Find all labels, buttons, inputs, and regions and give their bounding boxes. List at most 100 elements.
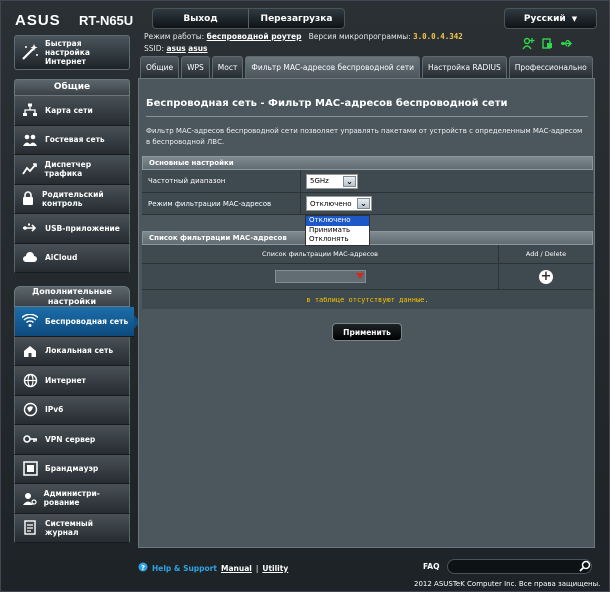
empty-table-message: в таблице отсутствуют данные. xyxy=(142,290,593,309)
fw-link[interactable]: 3.0.0.4.342 xyxy=(413,32,463,41)
quick-setup-button[interactable]: Быстрая настройка Интернет xyxy=(14,35,130,70)
tab-bar: Общие WPS Мост Фильтр MAC-адресов беспро… xyxy=(140,56,593,78)
syslog-icon xyxy=(21,520,39,536)
logout-button[interactable]: Выход xyxy=(153,9,248,28)
nav-lan[interactable]: Локальная сеть xyxy=(14,336,130,366)
ssid-link-2[interactable]: asus xyxy=(188,44,207,53)
add-delete-col-header: Add / Delete xyxy=(525,250,567,258)
tab-professional[interactable]: Профессионально xyxy=(508,56,593,78)
clients-icon[interactable] xyxy=(522,37,535,50)
mode-link[interactable]: беспроводной роутер xyxy=(207,32,302,41)
help-links: ? Help & Support Manual | Utility xyxy=(138,562,288,574)
tab-general[interactable]: Общие xyxy=(140,56,180,78)
nav-administration[interactable]: Администри-рование xyxy=(14,484,130,514)
nav-label: Системный журнал xyxy=(44,518,93,537)
basic-settings-header: Основные настройки xyxy=(142,156,593,170)
add-icon[interactable]: + xyxy=(539,269,553,284)
nav-vpn[interactable]: VPN сервер xyxy=(14,425,130,455)
utility-link[interactable]: Utility xyxy=(262,564,288,573)
quick-setup-label: Быстрая настройка Интернет xyxy=(45,39,90,66)
svg-text:?: ? xyxy=(141,564,145,572)
advanced-header: Дополнительные настройки xyxy=(14,286,130,307)
filter-mode-label: Режим фильтрации MAC-адресов xyxy=(142,193,301,214)
content-panel: Беспроводная сеть - Фильтр MAC-адресов б… xyxy=(138,78,595,548)
router-status-icon[interactable] xyxy=(541,37,554,50)
nav-label: Интернет xyxy=(45,375,86,385)
faq-label: FAQ xyxy=(423,562,440,571)
nav-parental-control[interactable]: Родительский контроль xyxy=(14,184,130,214)
nav-ipv6[interactable]: IPv6 xyxy=(14,395,130,425)
language-select[interactable]: Русский ▼ xyxy=(504,8,597,29)
mac-input-row: + xyxy=(142,264,593,290)
nav-traffic-manager[interactable]: Диспетчер трафика xyxy=(14,155,130,185)
nav-label: Гостевая сеть xyxy=(45,135,105,145)
page-description: Фильтр MAC-адресов беспроводной сети поз… xyxy=(146,127,583,146)
nav-internet[interactable]: Интернет xyxy=(14,366,130,396)
nav-syslog[interactable]: Системный журнал xyxy=(14,513,130,543)
tab-wps[interactable]: WPS xyxy=(181,56,210,78)
internet-icon xyxy=(21,372,39,388)
option-reject[interactable]: Отклонять xyxy=(306,235,369,245)
aicloud-icon xyxy=(21,250,39,266)
nav-label: IPv6 xyxy=(45,405,64,415)
ssid-link-1[interactable]: asus xyxy=(166,44,185,53)
apply-button[interactable]: Применить xyxy=(332,323,402,341)
band-value: 5GHz xyxy=(310,177,329,185)
model-name: RT-N65U xyxy=(79,13,134,28)
filter-mode-select[interactable]: Отключено ⌄ xyxy=(306,196,372,211)
manual-link[interactable]: Manual xyxy=(221,564,252,573)
firewall-icon xyxy=(21,461,39,477)
ssid-status: SSID: asus asus xyxy=(144,44,208,53)
advanced-nav: Беспроводная сеть Локальная сеть Интерне… xyxy=(14,307,140,543)
nav-usb-app[interactable]: USB-приложение xyxy=(14,214,130,244)
network-map-icon xyxy=(21,102,39,118)
band-label: Частотный диапазон xyxy=(142,170,301,192)
reboot-button[interactable]: Перезагрузка xyxy=(248,9,344,28)
band-select[interactable]: 5GHz ⌄ xyxy=(306,173,358,189)
nav-label: USB-приложение xyxy=(45,223,120,233)
mode-label: Режим работы: xyxy=(144,32,205,41)
option-disabled[interactable]: Отключено xyxy=(306,216,369,226)
nav-label: Карта сети xyxy=(45,105,93,115)
usb-app-icon xyxy=(21,220,39,236)
mac-list-columns: Список фильтрации MAC-адресов Add / Dele… xyxy=(142,245,593,264)
parental-control-icon xyxy=(21,191,36,207)
nav-guest-network[interactable]: Гостевая сеть xyxy=(14,125,130,155)
filter-mode-value: Отключено xyxy=(310,199,352,208)
nav-firewall[interactable]: Брандмауэр xyxy=(14,454,130,484)
tab-radius[interactable]: Настройка RADIUS xyxy=(422,56,507,78)
nav-aicloud[interactable]: AiCloud xyxy=(14,243,130,273)
nav-label: Родительский контроль xyxy=(41,189,104,208)
traffic-manager-icon xyxy=(21,161,39,177)
option-accept[interactable]: Принимать xyxy=(306,226,369,236)
ipv6-icon xyxy=(21,402,39,418)
copyright: 2012 ASUSTeK Computer Inc. Все права защ… xyxy=(414,580,601,588)
ssid-label: SSID: xyxy=(144,44,165,53)
page-title: Беспроводная сеть - Фильтр MAC-адресов б… xyxy=(146,98,508,109)
usb-status-icon[interactable] xyxy=(560,37,573,50)
search-icon[interactable] xyxy=(578,560,592,573)
separator: | xyxy=(255,563,259,573)
mac-address-input[interactable] xyxy=(274,270,366,283)
basic-settings-table: Основные настройки Частотный диапазон 5G… xyxy=(142,156,593,215)
nav-label: Брандмауэр xyxy=(45,464,99,474)
title-divider xyxy=(146,116,588,117)
general-nav: Карта сети Гостевая сеть Диспетчер трафи… xyxy=(14,96,130,273)
wireless-icon xyxy=(21,313,39,329)
magic-wand-icon xyxy=(20,42,40,64)
help-icon: ? xyxy=(138,562,148,574)
guest-network-icon xyxy=(21,132,39,148)
tab-mac-filter[interactable]: Фильтр MAC-адресов беспроводной сети xyxy=(245,56,421,78)
nav-network-map[interactable]: Карта сети xyxy=(14,96,130,126)
help-support-link[interactable]: Help & Support xyxy=(152,564,217,573)
nav-label: Локальная сеть xyxy=(45,346,114,356)
nav-wireless[interactable]: Беспроводная сеть xyxy=(14,307,140,337)
tab-bridge[interactable]: Мост xyxy=(211,56,244,78)
nav-label: Администри-рование xyxy=(43,489,100,508)
faq-search-input[interactable] xyxy=(447,559,592,574)
nav-label: Диспетчер трафика xyxy=(44,160,92,179)
chevron-down-icon: ⌄ xyxy=(343,175,356,187)
lan-icon xyxy=(21,343,39,359)
dropdown-arrow-icon xyxy=(355,273,364,279)
mac-list-col-header: Список фильтрации MAC-адресов xyxy=(142,245,499,263)
